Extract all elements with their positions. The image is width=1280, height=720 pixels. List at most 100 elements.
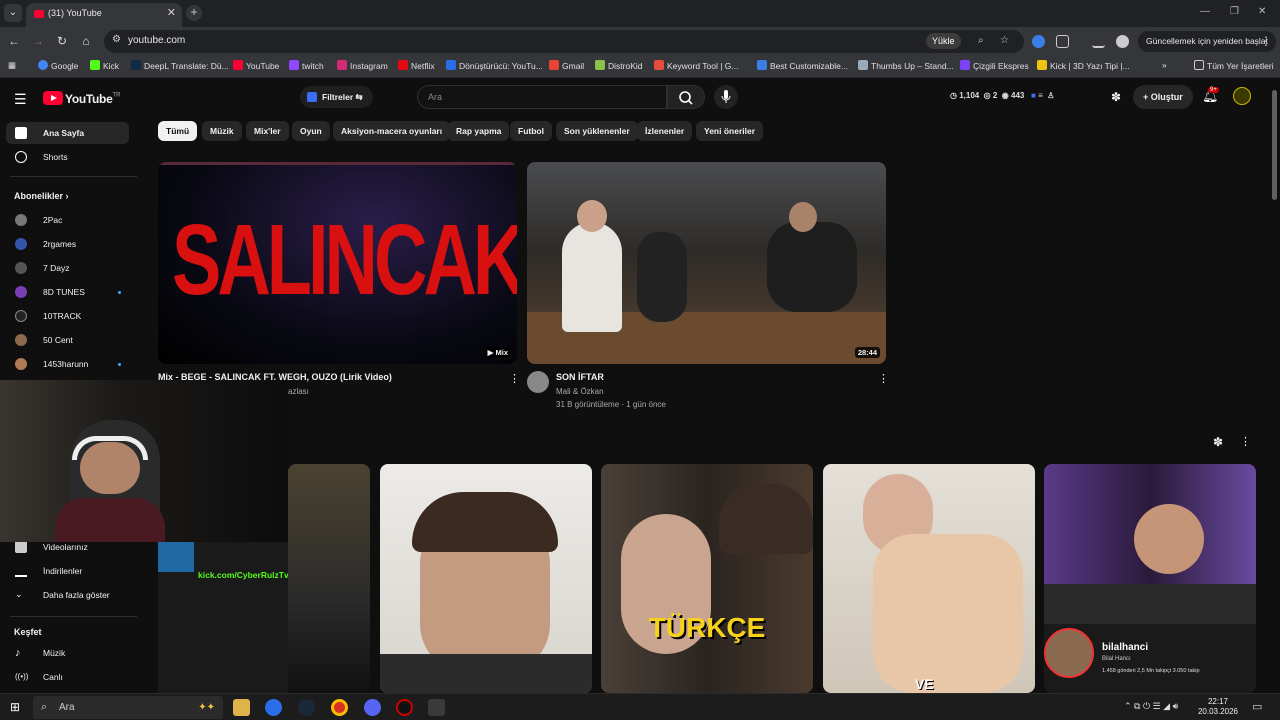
short-thumbnail[interactable] [380,464,592,693]
bookmark-google[interactable]: Google [38,60,78,71]
apps-grid-icon[interactable]: ▦ [8,60,16,71]
chip-football[interactable]: Futbol [510,121,552,141]
windows-start-icon[interactable]: ⊞ [10,700,20,714]
omnibox[interactable]: ⚙ youtube.com Yükle ⌕ ☆ [104,30,1024,53]
taskbar-clock[interactable]: 22:17 20.03.2026 [1194,697,1242,717]
obs-icon[interactable] [396,699,413,716]
chip-mixes[interactable]: Mix'ler [246,121,289,141]
browser-menu-icon[interactable]: ⋮ [1258,34,1274,48]
discord-icon[interactable] [364,699,381,716]
minimize-icon[interactable]: — [1200,6,1210,17]
voice-search-button[interactable] [714,85,738,109]
shorts-options-icon[interactable]: ⋮ [1240,435,1251,448]
bookmark-kick[interactable]: Kick [90,60,119,71]
page-scrollbar[interactable] [1272,90,1277,200]
new-tab-button[interactable]: + [186,5,202,21]
bookmark-distrokid[interactable]: DistroKid [595,60,642,71]
short-thumbnail[interactable]: VE [823,464,1035,693]
chrome-icon[interactable] [331,699,348,716]
home-icon[interactable]: ⌂ [78,34,94,48]
bookmark-keyword-tool[interactable]: Keyword Tool | G... [654,60,739,71]
profile-icon[interactable] [1116,35,1129,48]
more-bookmarks-icon[interactable]: » [1162,60,1167,70]
extension-puzzle-icon[interactable]: ✽ [1111,90,1121,104]
sidebar-sub-8dtunes[interactable]: 8D TUNES [6,281,129,303]
extension-stats[interactable]: ◷ 1,104 ◎ 2 ◉ 443 ■ ≡ ♙ [950,91,1054,100]
sidebar-sub-10track[interactable]: 10TRACK [6,305,129,327]
bookmark-youtube[interactable]: YouTube [233,60,279,71]
zoom-icon[interactable]: ⌕ [978,35,984,46]
chip-rap[interactable]: Rap yapma [448,121,510,141]
app-icon[interactable] [428,699,445,716]
sidebar-item-home[interactable]: Ana Sayfa [6,122,129,144]
url-text[interactable]: youtube.com [128,35,185,46]
video-thumbnail[interactable]: 28:44 [527,162,886,364]
sidebar-item-downloads[interactable]: İndirilenler [6,560,129,582]
subscriptions-heading[interactable]: Abonelikler › [14,191,69,201]
bookmark-twitch[interactable]: twitch [289,60,324,71]
bookmark-gmail[interactable]: Gmail [549,60,584,71]
bookmark-netflix[interactable]: Netflix [398,60,435,71]
search-button[interactable] [667,85,705,109]
sidebar-sub-2pac[interactable]: 2Pac [6,209,129,231]
menu-icon[interactable]: ☰ [14,91,27,108]
short-thumbnail[interactable]: TÜRKÇE [601,464,813,693]
maximize-icon[interactable]: ❐ [1230,6,1239,17]
taskbar-search[interactable]: ⌕ Ara ✦✦ [33,696,223,719]
extensions-puzzle-icon[interactable] [1056,35,1069,48]
reload-icon[interactable]: ↻ [54,34,70,48]
bookmark-star-icon[interactable]: ☆ [1000,35,1009,46]
bookmark-cizgili-ekspres[interactable]: Çizgili Ekspres [960,60,1029,71]
tab-search-button[interactable]: ⌄ [4,4,22,22]
bookmark-best-customizable[interactable]: Best Customizable... [757,60,848,71]
youtube-logo[interactable]: YouTubeTR [43,90,120,108]
sidebar-sub-2rgames[interactable]: 2rgames [6,233,129,255]
create-button[interactable]: + Oluştur [1133,85,1193,109]
bookmark-deepl[interactable]: DeepL Translate: Dü... [131,60,229,71]
bookmark-thumbs-up[interactable]: Thumbs Up – Stand... [858,60,954,71]
notification-center-icon[interactable]: ▭ [1252,700,1262,713]
site-info-icon[interactable]: ⚙ [112,34,121,45]
system-tray-icons[interactable]: ⌃ ⧉ ⏻ ☰ ◢ 🔊︎ [1124,701,1178,712]
browser-tab[interactable]: (31) YouTube ✕ [26,3,182,27]
sidebar-item-music[interactable]: ♪ Müzik [6,642,129,664]
chip-action-adventure[interactable]: Aksiyon-macera oyunları [333,121,451,141]
chip-gaming[interactable]: Oyun [292,121,330,141]
all-bookmarks-folder[interactable]: Tüm Yer İşaretleri [1194,60,1274,71]
sidebar-sub-50cent[interactable]: 50 Cent [6,329,129,351]
channel-avatar[interactable] [527,371,549,393]
sidebar-item-live[interactable]: ((•)) Canlı [6,666,129,688]
search-input[interactable]: Ara [417,85,667,109]
video-options-icon[interactable]: ⋮ [509,372,520,385]
sidebar-show-more[interactable]: ⌄ Daha fazla göster [6,584,129,606]
sidebar-sub-1453harunn[interactable]: 1453harunn [6,353,129,375]
close-window-icon[interactable]: ✕ [1258,6,1266,17]
media-control-icon[interactable] [1092,35,1105,48]
forward-icon[interactable]: → [30,34,46,48]
extension-icon[interactable] [1032,35,1045,48]
back-icon[interactable]: ← [6,34,22,48]
chip-all[interactable]: Tümü [158,121,198,141]
video-title[interactable]: SON İFTAR [556,372,604,382]
sidebar-item-shorts[interactable]: Shorts [6,146,129,168]
bookmark-instagram[interactable]: Instagram [337,60,388,71]
update-restart-button[interactable]: Güncellemek için yeniden başlat [1138,31,1276,52]
steam-icon[interactable] [298,699,315,716]
chip-new-to-you[interactable]: Yeni öneriler [696,121,764,141]
app-icon[interactable] [265,699,282,716]
account-avatar[interactable] [1233,87,1251,105]
bookmark-converter[interactable]: Dönüştürücü: YouTu... [446,60,543,71]
short-thumbnail[interactable]: bilalhanci Bilal Hancı 1.458 gönderi 2,5… [1044,464,1256,693]
chip-recently-uploaded[interactable]: Son yüklenenler [556,121,638,141]
chip-watched[interactable]: İzlenenler [637,121,693,141]
file-explorer-icon[interactable] [233,699,250,716]
video-options-icon[interactable]: ⋮ [878,372,889,385]
video-thumbnail[interactable]: SALINCAK ▶ Mix [158,162,517,364]
install-app-button[interactable]: Yükle [926,33,961,49]
close-tab-icon[interactable]: ✕ [167,6,176,19]
sidebar-sub-7dayz[interactable]: 7 Dayz [6,257,129,279]
filters-button[interactable]: Filtreler ⇆ [300,86,373,108]
channel-name[interactable]: Mali & Özkan [556,387,604,396]
chip-music[interactable]: Müzik [202,121,242,141]
short-thumbnail[interactable] [288,464,370,693]
